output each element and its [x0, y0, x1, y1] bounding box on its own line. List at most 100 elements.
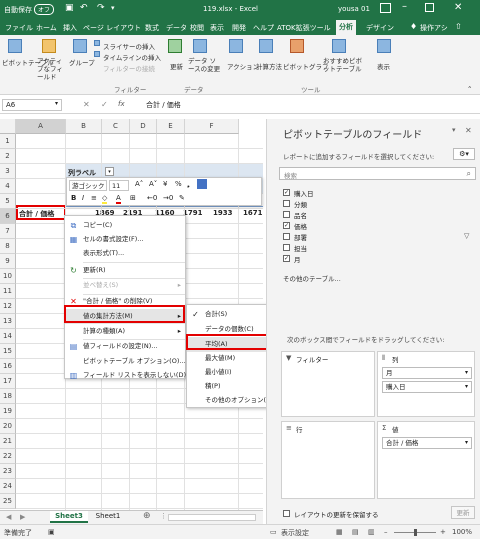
value-cell[interactable]: 1671 [243, 209, 262, 217]
tab-view[interactable]: 表示 [210, 23, 224, 33]
shrink-font-icon[interactable]: A˅ [149, 180, 157, 188]
menu-value-field-settings[interactable]: ▤ 値フィールドの設定(N)... [65, 339, 185, 354]
column-labels-filter-icon[interactable]: ▾ [105, 167, 114, 176]
zoom-out-icon[interactable]: – [384, 528, 388, 536]
close-icon[interactable]: ✕ [454, 2, 462, 13]
decrease-decimal-icon[interactable]: ←0 [147, 194, 157, 202]
update-button[interactable]: 更新 [451, 506, 475, 519]
row-header[interactable]: 9 [0, 254, 16, 269]
col-header-c[interactable]: C [102, 119, 130, 134]
bold-icon[interactable]: B [71, 194, 76, 202]
row-header[interactable]: 22 [0, 449, 16, 464]
show-icon[interactable] [377, 39, 391, 53]
field-search-input[interactable]: 検索 ⌕ [279, 167, 476, 180]
tab-analyze[interactable]: 分析 [336, 20, 356, 35]
font-name-box[interactable]: 游ゴシック [69, 180, 107, 191]
tab-page-layout[interactable]: ページ レイアウト [83, 23, 141, 33]
row-header[interactable]: 5 [0, 194, 16, 209]
value-cell[interactable]: 1933 [213, 209, 232, 217]
menu-refresh[interactable]: ↻ 更新(R) [65, 263, 185, 278]
tab-file[interactable]: ファイル [5, 23, 33, 33]
row-header[interactable]: 23 [0, 464, 16, 479]
ribbon-display-icon[interactable] [380, 3, 391, 13]
group-icon[interactable] [73, 39, 87, 53]
row-header[interactable]: 24 [0, 479, 16, 494]
active-field-icon[interactable] [42, 39, 56, 53]
tab-help[interactable]: ヘルプ [253, 23, 274, 33]
redo-icon[interactable]: ↷ [97, 3, 105, 13]
display-settings-icon[interactable]: ▭ [270, 528, 277, 536]
row-header[interactable]: 15 [0, 344, 16, 359]
tab-data[interactable]: データ [166, 23, 187, 33]
calc-button[interactable]: 計算方法 [256, 61, 282, 71]
col-header-d[interactable]: D [130, 119, 157, 134]
autosave-toggle[interactable]: オフ [34, 4, 55, 15]
menu-sort[interactable]: 並べ替え(S) ▸ [65, 278, 185, 293]
active-field-button[interactable]: アクティブなフィールド [37, 57, 67, 81]
action-icon[interactable] [229, 39, 243, 53]
share-icon[interactable]: ⇧ [455, 22, 462, 31]
cancel-icon[interactable]: ✕ [83, 100, 90, 109]
add-sheet-icon[interactable]: ⊕ [143, 511, 151, 521]
minimize-icon[interactable]: – [402, 1, 407, 12]
menu-format-cells[interactable]: ▦ セルの書式設定(F)... [65, 232, 185, 247]
display-settings[interactable]: 表示設定 [281, 528, 309, 538]
timeline-button[interactable]: タイムラインの挿入 [103, 52, 161, 62]
row-header[interactable]: 1 [0, 134, 16, 149]
format-painter-icon[interactable]: ✎ [179, 194, 185, 202]
row-header[interactable]: 14 [0, 329, 16, 344]
row-header[interactable]: 19 [0, 404, 16, 419]
zoom-slider-thumb[interactable] [414, 529, 417, 536]
calc-icon[interactable] [259, 39, 273, 53]
maximize-icon[interactable] [425, 3, 434, 12]
values-area[interactable]: Σ 値 合計 / 価格 ▾ [377, 421, 475, 499]
macro-record-icon[interactable]: ▣ [48, 528, 55, 536]
font-color-icon[interactable]: A [116, 194, 121, 204]
row-header[interactable]: 16 [0, 359, 16, 374]
prev-sheet-icon[interactable]: ◀ [6, 513, 11, 521]
currency-icon[interactable]: ¥ [163, 180, 167, 188]
tab-options-icon[interactable]: ⋮ [160, 512, 167, 520]
tab-atok[interactable]: ATOK拡張ツール [277, 23, 331, 33]
tell-me-search[interactable]: 操作アシ [420, 23, 448, 33]
menu-copy[interactable]: ⧉ コピー(C) [65, 218, 185, 233]
pivot-chart-icon[interactable] [290, 39, 304, 53]
filter-funnel-icon[interactable]: ▽ [464, 232, 469, 240]
field-checkbox[interactable] [283, 244, 290, 251]
collapse-ribbon-icon[interactable]: ⌃ [467, 85, 472, 93]
fill-color-icon[interactable]: ◇ [102, 194, 108, 204]
pivot-chart-button[interactable]: ピボットグラフ [283, 61, 329, 71]
tab-developer[interactable]: 開発 [232, 23, 246, 33]
comma-style-icon[interactable]: ❟ [187, 180, 190, 189]
menu-show-values-as[interactable]: 計算の種類(A) ▸ [65, 324, 185, 339]
filter-connection-button[interactable]: フィルターの接続 [103, 63, 155, 73]
field-checkbox[interactable] [283, 211, 290, 218]
row-header[interactable]: 3 [0, 164, 16, 179]
normal-view-icon[interactable]: ▦ [336, 528, 343, 536]
italic-icon[interactable]: I [82, 194, 84, 202]
field-checkbox[interactable]: ✓ [283, 255, 290, 262]
zoom-in-icon[interactable]: + [440, 528, 446, 536]
function-icon[interactable]: fx [118, 100, 125, 108]
col-header-b[interactable]: B [66, 119, 102, 134]
row-header[interactable]: 4 [0, 179, 16, 194]
menu-hide-field-list[interactable]: ▥ フィールド リストを表示しない(D) [65, 368, 186, 383]
row-header[interactable]: 25 [0, 494, 16, 509]
row-header[interactable]: 20 [0, 419, 16, 434]
horizontal-scrollbar[interactable] [168, 514, 256, 521]
field-checkbox[interactable]: ✓ [283, 189, 290, 196]
rows-area[interactable]: ≡ 行 [281, 421, 375, 499]
qat-dropdown-icon[interactable]: ▾ [111, 4, 115, 12]
select-all-corner[interactable] [0, 119, 16, 134]
columns-area[interactable]: ⦀ 列 月 ▾ 購入日 ▾ [377, 351, 475, 417]
tab-insert[interactable]: 挿入 [63, 23, 77, 33]
other-tables-link[interactable]: その他のテーブル... [283, 273, 341, 283]
sheet-tab-sheet1[interactable]: Sheet1 [90, 511, 126, 523]
borders-icon[interactable]: ⊞ [130, 194, 136, 202]
pane-options-icon[interactable]: ▾ [452, 126, 456, 134]
row-header[interactable]: 12 [0, 299, 16, 314]
gear-icon[interactable]: ⚙▾ [453, 148, 475, 160]
row-header[interactable]: 17 [0, 374, 16, 389]
zoom-level[interactable]: 100% [452, 528, 472, 536]
tab-home[interactable]: ホーム [36, 23, 57, 33]
